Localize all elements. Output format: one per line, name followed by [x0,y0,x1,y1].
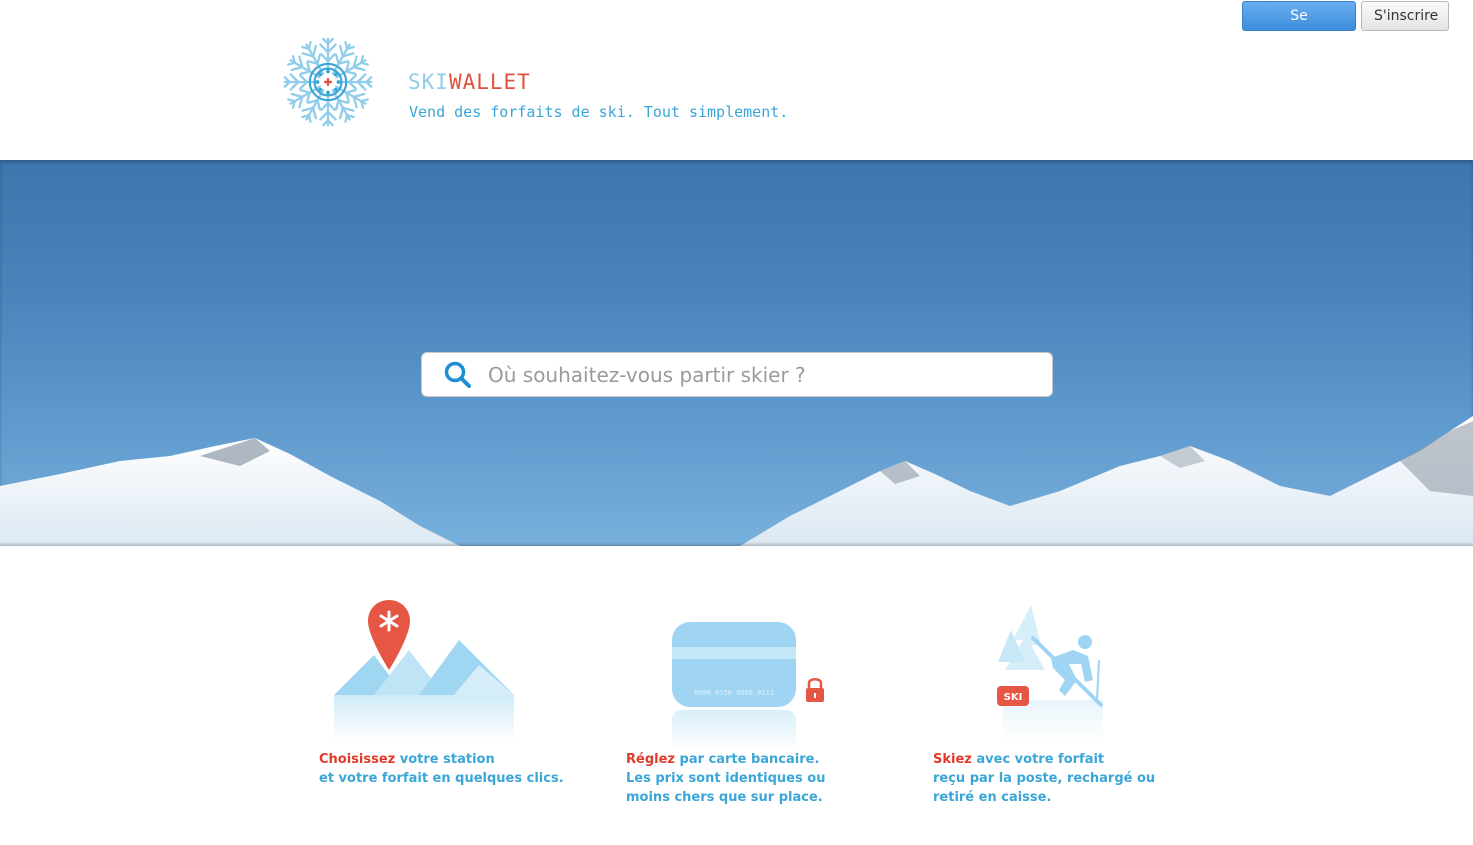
feature-ski: SKI Skiez avec votre forfait reçu par la… [933,600,1193,807]
credit-card-icon: 0000 0150 0000 0111 [672,622,824,750]
card-number: 0000 0150 0000 0111 [694,689,774,697]
feature-pay-text: Réglez par carte bancaire. Les prix sont… [626,752,826,805]
site-header: Se connecter S'inscrire SKIWALLET Vend d… [0,0,1473,160]
search-icon[interactable] [442,359,474,391]
brand-ski: SKI [408,70,449,94]
login-button[interactable]: Se connecter [1242,1,1356,52]
tagline: Vend des forfaits de ski. Tout simplemen… [409,103,789,121]
search-input[interactable] [488,362,1028,387]
feature-choose-text: Choisissez votre station et votre forfai… [319,752,564,786]
skier-icon: SKI [997,605,1103,740]
snowflake-logo-icon[interactable] [280,34,376,130]
features-section: Choisissez votre station et votre forfai… [0,600,1473,845]
ski-badge-text: SKI [1004,692,1023,703]
feature-choose: Choisissez votre station et votre forfai… [319,600,579,788]
feature-pay: 0000 0150 0000 0111 Réglez par carte ban… [626,600,886,807]
mountain-pin-icon [334,600,514,740]
signup-button[interactable]: S'inscrire [1361,1,1449,31]
brand-name[interactable]: SKIWALLET [408,70,531,94]
mountains-image [0,416,1473,546]
feature-ski-text: Skiez avec votre forfait reçu par la pos… [933,752,1156,805]
auth-buttons: Se connecter S'inscrire [1242,1,1449,52]
hero-banner [0,160,1473,546]
search-bar[interactable] [421,352,1053,397]
brand-wallet: WALLET [448,70,531,94]
